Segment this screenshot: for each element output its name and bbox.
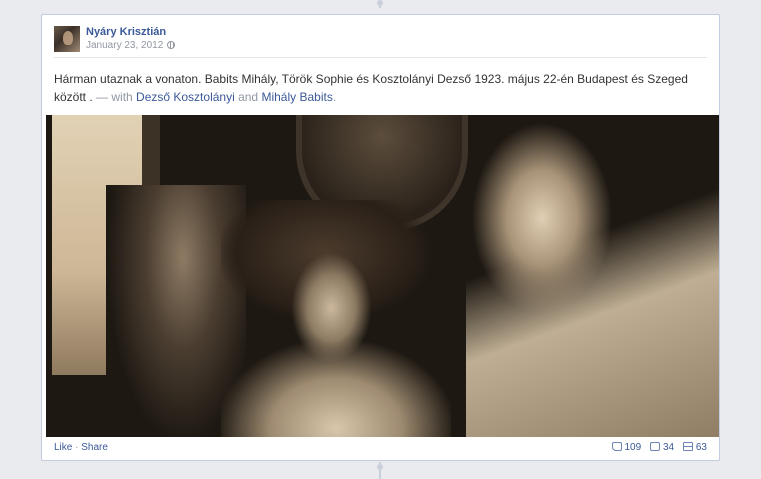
post-meta: January 23, 2012: [86, 40, 176, 51]
likes-count: 109: [624, 442, 642, 453]
tagged-person-babits[interactable]: Mihály Babits: [261, 90, 332, 104]
share-icon: [682, 442, 693, 451]
thumbs-up-icon: [611, 442, 622, 451]
with-label: — with: [92, 90, 137, 104]
and-label: and: [234, 90, 262, 104]
author-name[interactable]: Nyáry Krisztián: [86, 26, 166, 38]
share-link[interactable]: Share: [81, 442, 108, 453]
shares-count: 63: [695, 442, 707, 453]
timeline-dot-bottom: [377, 464, 383, 470]
photo-person-right: [466, 115, 719, 437]
comment-icon: [649, 442, 660, 451]
post-footer: Like · Share 109 34 63: [54, 442, 707, 456]
post-card: Nyáry Krisztián January 23, 2012 Hárman …: [41, 14, 720, 461]
header-divider: [54, 57, 707, 58]
post-actions: Like · Share: [54, 442, 108, 453]
globe-icon[interactable]: [167, 41, 176, 49]
post-photo[interactable]: [46, 115, 719, 437]
comments-stat[interactable]: 34: [649, 442, 675, 453]
avatar[interactable]: [54, 26, 80, 52]
photo-person-center: [221, 200, 451, 437]
comments-count: 34: [662, 442, 675, 453]
action-separator: ·: [72, 442, 82, 453]
timeline-dot-top: [377, 0, 383, 6]
tagged-person-kosztolanyi[interactable]: Dezső Kosztolányi: [136, 90, 235, 104]
post-stats: 109 34 63: [606, 442, 707, 453]
like-link[interactable]: Like: [54, 442, 72, 453]
likes-stat[interactable]: 109: [611, 442, 642, 453]
post-date[interactable]: January 23, 2012: [86, 40, 163, 51]
post-text: Hárman utaznak a vonaton. Babits Mihály,…: [54, 70, 704, 106]
end-punct: .: [332, 90, 337, 104]
shares-stat[interactable]: 63: [682, 442, 707, 453]
